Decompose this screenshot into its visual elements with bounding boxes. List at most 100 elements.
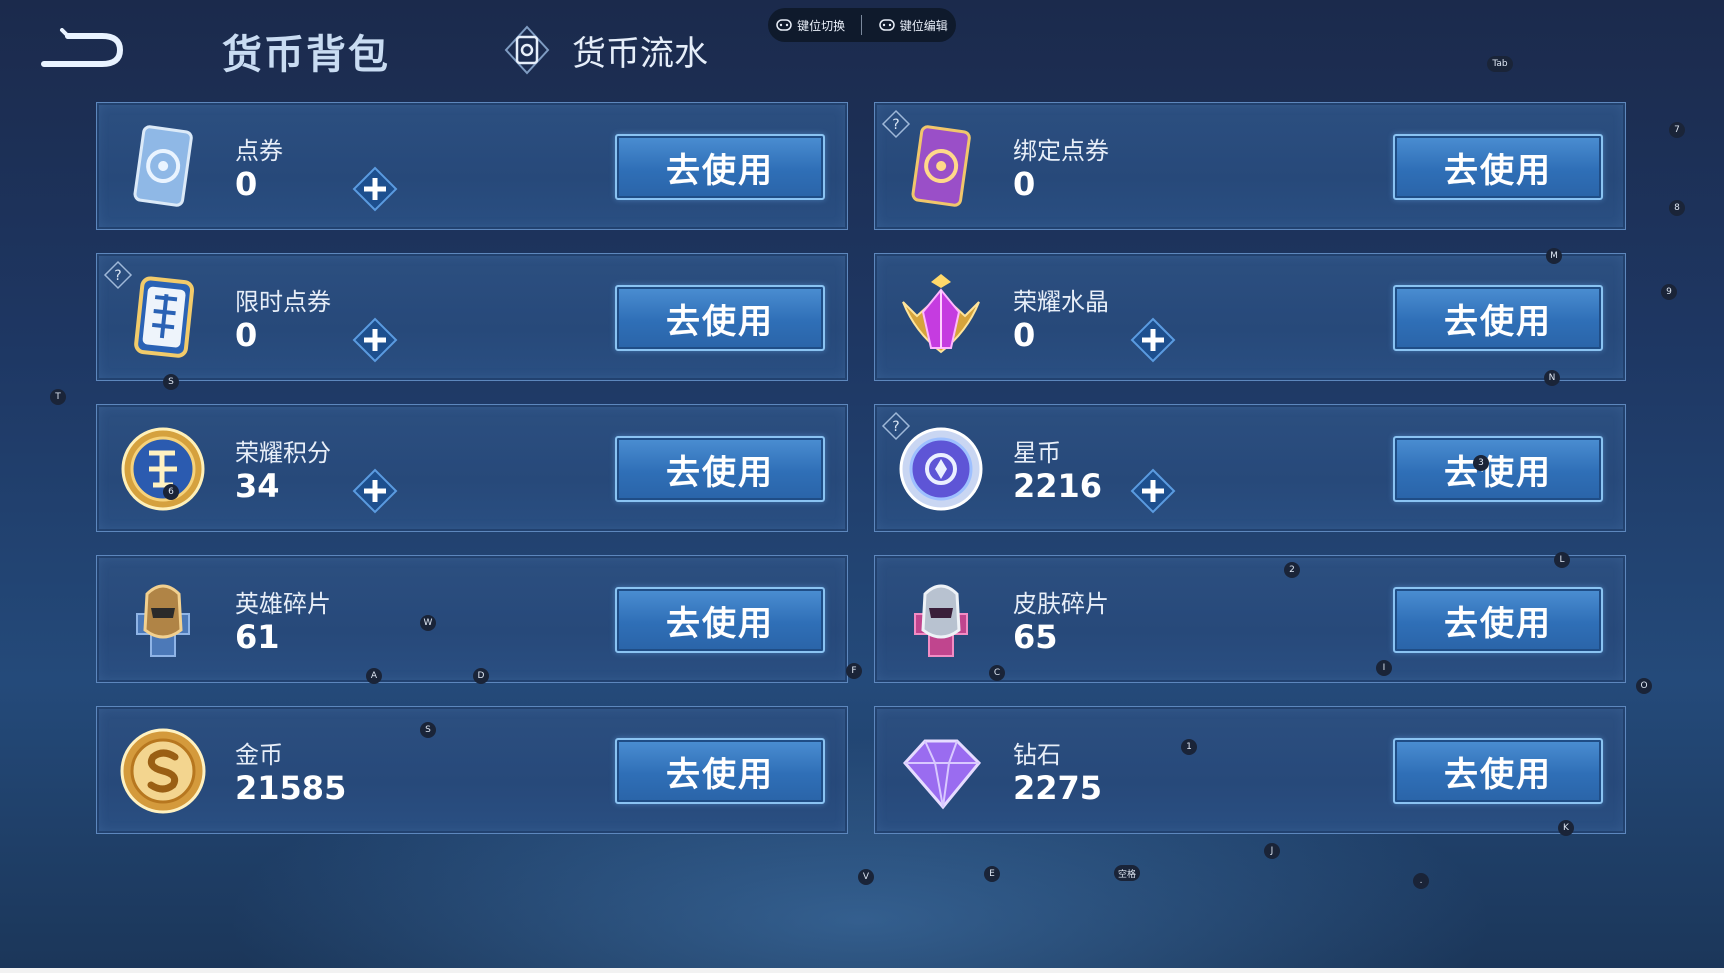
key-switch-label: 键位切换 bbox=[797, 18, 846, 33]
keymap-marker: L bbox=[1554, 552, 1570, 568]
currency-amount: 61 bbox=[235, 618, 280, 656]
keymap-marker: I bbox=[1376, 660, 1392, 676]
keymap-marker: S bbox=[163, 374, 179, 390]
currency-amount: 34 bbox=[235, 467, 280, 505]
currency-card-limited-ticket: ? 限时点券 0 去使用 bbox=[96, 253, 848, 381]
keymap-marker: J bbox=[1264, 843, 1280, 859]
currency-amount: 21585 bbox=[235, 769, 347, 807]
keymap-marker: M bbox=[1546, 248, 1562, 264]
keymap-marker: K bbox=[1558, 820, 1574, 836]
glory-points-icon bbox=[117, 423, 209, 515]
use-button[interactable]: 去使用 bbox=[1393, 134, 1603, 200]
ticket-card-icon bbox=[117, 121, 209, 213]
key-switch-button[interactable]: 键位切换 bbox=[776, 17, 845, 34]
use-button[interactable]: 去使用 bbox=[615, 134, 825, 200]
use-button[interactable]: 去使用 bbox=[1393, 436, 1603, 502]
keymap-marker: Tab bbox=[1487, 56, 1513, 72]
keymap-marker: W bbox=[420, 615, 436, 631]
use-button[interactable]: 去使用 bbox=[615, 738, 825, 804]
plus-icon bbox=[352, 166, 398, 212]
diamond-icon bbox=[895, 725, 987, 817]
currency-card-glory-crystal: 荣耀水晶 0 去使用 bbox=[874, 253, 1626, 381]
add-button[interactable] bbox=[351, 165, 399, 213]
use-button[interactable]: 去使用 bbox=[615, 285, 825, 351]
key-edit-label: 键位编辑 bbox=[899, 18, 948, 33]
hero-shard-icon bbox=[117, 574, 209, 666]
currency-amount: 2216 bbox=[1013, 467, 1103, 505]
bound-ticket-card-icon bbox=[895, 121, 987, 213]
back-button[interactable] bbox=[40, 28, 130, 72]
currency-amount: 0 bbox=[1013, 316, 1036, 354]
currency-card-bound-ticket: ? 绑定点券 0 去使用 bbox=[874, 102, 1626, 230]
currency-card-ticket: 点券 0 去使用 bbox=[96, 102, 848, 230]
currency-amount: 0 bbox=[235, 165, 258, 203]
keymap-marker: C bbox=[989, 665, 1005, 681]
currency-name: 钻石 bbox=[1013, 741, 1061, 769]
key-edit-button[interactable]: 键位编辑 bbox=[879, 17, 948, 34]
currency-name: 荣耀水晶 bbox=[1013, 288, 1109, 316]
currency-card-star-coin: ? 星币 2216 去使用 bbox=[874, 404, 1626, 532]
back-arrow-icon bbox=[41, 28, 124, 67]
use-button[interactable]: 去使用 bbox=[1393, 285, 1603, 351]
keymap-marker: 6 bbox=[163, 484, 179, 500]
currency-amount: 0 bbox=[1013, 165, 1036, 203]
skin-shard-icon bbox=[895, 574, 987, 666]
currency-amount: 65 bbox=[1013, 618, 1058, 656]
keymap-marker: S bbox=[420, 722, 436, 738]
keymap-marker: O bbox=[1636, 678, 1652, 694]
keymap-marker: 8 bbox=[1669, 200, 1685, 216]
currency-card-diamond: 钻石 2275 去使用 bbox=[874, 706, 1626, 834]
add-button[interactable] bbox=[1129, 467, 1177, 515]
tab-label: 货币流水 bbox=[572, 33, 708, 74]
currency-card-glory-points: 荣耀积分 34 去使用 bbox=[96, 404, 848, 532]
divider bbox=[861, 15, 863, 35]
plus-icon bbox=[1130, 468, 1176, 514]
keymap-marker: 7 bbox=[1669, 122, 1685, 138]
currency-card-gold-coin: 金币 21585 去使用 bbox=[96, 706, 848, 834]
page-title: 货币背包 bbox=[222, 32, 390, 78]
bottom-edge bbox=[0, 968, 1724, 973]
keymap-marker: E bbox=[984, 866, 1000, 882]
keymap-marker: N bbox=[1544, 370, 1560, 386]
add-button[interactable] bbox=[351, 316, 399, 364]
currency-name: 金币 bbox=[235, 741, 283, 769]
star-coin-icon bbox=[895, 423, 987, 515]
keymap-marker: D bbox=[473, 668, 489, 684]
keymap-toolbar: 键位切换 键位编辑 bbox=[768, 8, 956, 42]
keymap-marker: 3 bbox=[1473, 455, 1489, 471]
keymap-marker: A bbox=[366, 668, 382, 684]
currency-name: 星币 bbox=[1013, 439, 1061, 467]
keymap-marker: 1 bbox=[1181, 739, 1197, 755]
plus-icon bbox=[352, 317, 398, 363]
keymap-marker: 空格 bbox=[1114, 865, 1140, 881]
glory-crystal-icon bbox=[895, 272, 987, 364]
use-button[interactable]: 去使用 bbox=[1393, 587, 1603, 653]
plus-icon bbox=[352, 468, 398, 514]
keymap-marker: 9 bbox=[1661, 284, 1677, 300]
tab-currency-flow[interactable]: 货币流水 bbox=[500, 20, 708, 80]
currency-amount: 2275 bbox=[1013, 769, 1103, 807]
currency-name: 英雄碎片 bbox=[235, 590, 331, 618]
keymap-marker: F bbox=[846, 663, 862, 679]
currency-flow-icon bbox=[504, 25, 550, 75]
keymap-marker: T bbox=[50, 389, 66, 405]
currency-name: 点券 bbox=[235, 137, 283, 165]
use-button[interactable]: 去使用 bbox=[615, 587, 825, 653]
currency-name: 皮肤碎片 bbox=[1013, 590, 1109, 618]
plus-icon bbox=[1130, 317, 1176, 363]
gamepad-icon bbox=[879, 19, 895, 31]
currency-amount: 0 bbox=[235, 316, 258, 354]
use-button[interactable]: 去使用 bbox=[615, 436, 825, 502]
gold-coin-icon bbox=[117, 725, 209, 817]
use-button[interactable]: 去使用 bbox=[1393, 738, 1603, 804]
keymap-marker: V bbox=[858, 869, 874, 885]
currency-name: 绑定点券 bbox=[1013, 137, 1109, 165]
currency-name: 荣耀积分 bbox=[235, 439, 331, 467]
limited-ticket-icon bbox=[117, 272, 209, 364]
currency-card-hero-shard: 英雄碎片 61 去使用 bbox=[96, 555, 848, 683]
keymap-marker: . bbox=[1413, 873, 1429, 889]
add-button[interactable] bbox=[1129, 316, 1177, 364]
keymap-marker: 2 bbox=[1284, 562, 1300, 578]
add-button[interactable] bbox=[351, 467, 399, 515]
currency-card-skin-shard: 皮肤碎片 65 去使用 bbox=[874, 555, 1626, 683]
